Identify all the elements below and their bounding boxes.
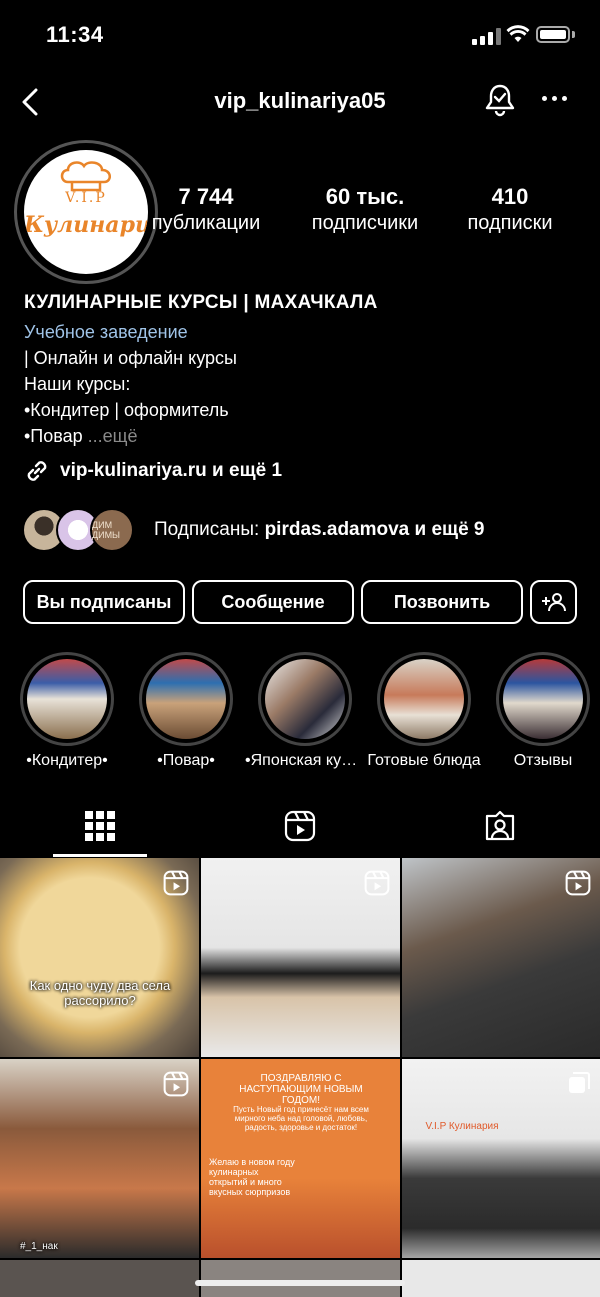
bio-line: •Повар	[24, 426, 83, 446]
highlight-label: •Японская кухня•	[245, 752, 365, 769]
bio-line: | Онлайн и офлайн курсы	[24, 348, 237, 368]
highlight-label: •Повар•	[157, 752, 215, 769]
mutual-followers-text[interactable]: Подписаны: pirdas.adamova и ещё 9	[154, 519, 485, 541]
home-indicator	[195, 1280, 405, 1286]
chef-hat-logo-icon	[60, 161, 111, 192]
highlight-label: •Кондитер•	[26, 752, 108, 769]
highlight-item[interactable]: •Кондитер•	[20, 652, 114, 769]
post-thumbnail[interactable]: #_1_нак	[0, 1059, 199, 1258]
more-options-icon[interactable]	[542, 96, 567, 101]
reel-icon	[163, 1071, 189, 1097]
grid-icon	[85, 811, 115, 841]
post-thumbnail[interactable]: V.I.P Кулинария	[402, 1059, 600, 1258]
website-link-text: vip-kulinariya.ru и ещё 1	[60, 460, 283, 481]
battery-icon	[536, 26, 570, 43]
highlight-ring	[139, 652, 233, 746]
stat-posts-value: 7 744	[178, 184, 234, 209]
highlight-item[interactable]: Отзывы	[496, 652, 590, 769]
active-tab-indicator	[53, 854, 147, 857]
avatar-vip-text: V.I.P	[65, 190, 107, 206]
reel-icon	[163, 870, 189, 896]
highlight-image	[146, 659, 226, 739]
following-button[interactable]: Вы подписаны	[23, 580, 185, 624]
highlight-item[interactable]: Готовые блюда	[367, 652, 481, 769]
post-tag: #_1_нак	[20, 1241, 58, 1252]
mutual-followers-avatars[interactable]: ДИМ ДИМЫ	[22, 508, 134, 552]
suggested-users-button[interactable]	[530, 580, 577, 624]
add-person-icon	[541, 593, 566, 612]
highlight-image	[503, 659, 583, 739]
post-caption: Как одно чуду два села рассорило?	[29, 978, 171, 1008]
bio-line: Наши курсы:	[24, 374, 131, 394]
post-thumbnail[interactable]	[0, 1260, 199, 1297]
tagged-tab[interactable]	[484, 810, 516, 847]
post-brand: V.I.P Кулинария	[425, 1121, 499, 1132]
highlight-ring	[377, 652, 471, 746]
post-greeting-title: ПОЗДРАВЛЯЮ С НАСТУПАЮЩИМ НОВЫМ ГОДОМ!	[239, 1073, 363, 1106]
post-greeting-text: Пусть Новый год принесёт нам всем мирног…	[233, 1105, 369, 1132]
reels-icon	[284, 810, 316, 842]
highlight-ring	[496, 652, 590, 746]
stat-followers-value: 60 тыс.	[325, 184, 405, 209]
avatar-text: ДИМ ДИМЫ	[92, 520, 121, 540]
avatar-brand-text: Кулинария	[24, 212, 148, 238]
reel-icon	[364, 870, 390, 896]
mutual-user: pirdas.adamova	[264, 519, 410, 540]
grid-tab[interactable]	[84, 810, 116, 847]
stat-following[interactable]: 410 подписки	[440, 184, 580, 236]
stat-followers[interactable]: 60 тыс. подписчики	[295, 184, 435, 236]
highlight-ring	[20, 652, 114, 746]
tagged-user-icon	[485, 810, 515, 841]
highlight-image	[27, 659, 107, 739]
notification-bell-icon[interactable]	[484, 83, 516, 122]
highlight-image	[265, 659, 345, 739]
highlight-label: Готовые блюда	[367, 752, 481, 769]
highlight-image	[384, 659, 464, 739]
bio-line-with-more: •Повар ...ещё	[24, 423, 138, 449]
call-button[interactable]: Позвонить	[361, 580, 523, 624]
message-button[interactable]: Сообщение	[192, 580, 354, 624]
stat-posts-label: публикации	[151, 212, 261, 234]
mutual-prefix: Подписаны:	[154, 519, 265, 540]
stat-following-label: подписки	[467, 212, 553, 234]
highlight-item[interactable]: •Японская кухня•	[245, 652, 365, 769]
post-greeting-wish: Желаю в новом году кулинарных открытий и…	[209, 1157, 295, 1197]
post-thumbnail[interactable]	[402, 858, 600, 1057]
post-thumbnail[interactable]: Как одно чуду два села рассорило?	[0, 858, 199, 1057]
stat-following-value: 410	[491, 184, 529, 209]
carousel-icon	[569, 1072, 590, 1093]
highlight-ring	[258, 652, 352, 746]
reels-tab[interactable]	[284, 810, 316, 847]
avatar[interactable]: V.I.P Кулинария	[24, 150, 148, 274]
mutual-suffix: и ещё 9	[409, 519, 485, 540]
avatar: ДИМ ДИМЫ	[90, 508, 134, 552]
highlight-item[interactable]: •Повар•	[139, 652, 233, 769]
wifi-icon	[506, 24, 530, 49]
battery-tip	[572, 31, 575, 38]
post-thumbnail[interactable]	[201, 858, 400, 1057]
cellular-signal-icon	[472, 27, 501, 45]
website-link[interactable]: vip-kulinariya.ru и ещё 1	[24, 458, 282, 484]
stat-followers-label: подписчики	[311, 212, 419, 234]
post-thumbnail[interactable]	[402, 1260, 600, 1297]
bio-category[interactable]: Учебное заведение	[24, 319, 188, 345]
bio-line: •Кондитер | оформитель	[24, 400, 229, 420]
bio-more-link[interactable]: ...ещё	[88, 426, 138, 446]
bio-title: КУЛИНАРНЫЕ КУРСЫ | МАХАЧКАЛА	[24, 292, 378, 313]
reel-icon	[565, 870, 591, 896]
post-thumbnail[interactable]	[201, 1260, 400, 1297]
post-thumbnail[interactable]: ПОЗДРАВЛЯЮ С НАСТУПАЮЩИМ НОВЫМ ГОДОМ! Пу…	[201, 1059, 400, 1258]
link-icon	[27, 461, 47, 481]
status-time: 11:34	[46, 22, 104, 47]
stat-posts[interactable]: 7 744 публикации	[136, 184, 276, 236]
highlight-label: Отзывы	[513, 752, 573, 769]
